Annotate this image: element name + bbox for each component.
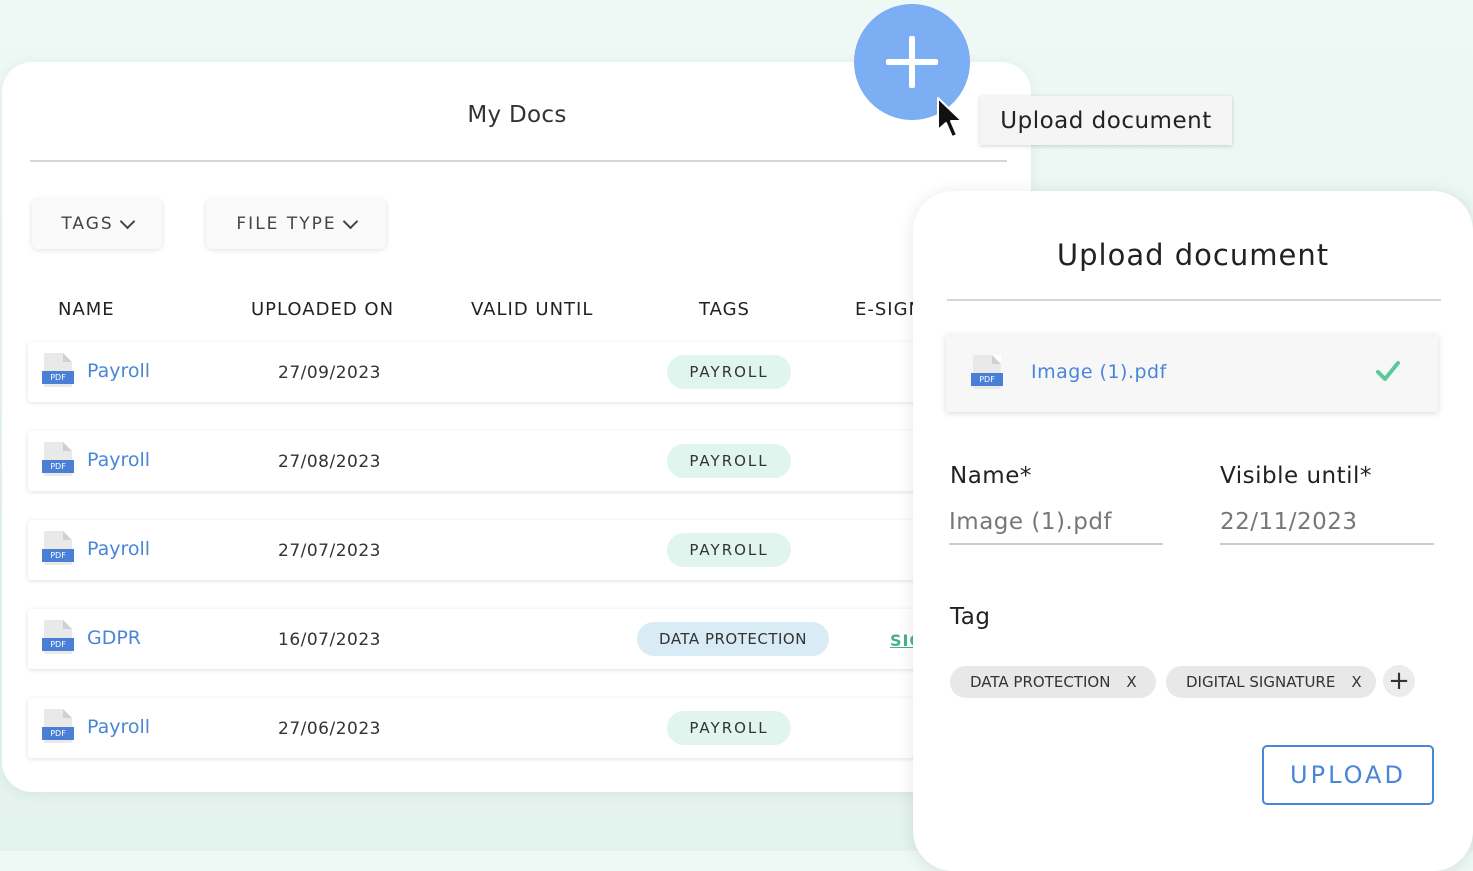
visible-until-field[interactable] xyxy=(1220,509,1434,545)
tag-chip: DATA PROTECTION X xyxy=(950,666,1156,698)
panel-divider xyxy=(947,299,1441,301)
table-row[interactable]: PDF Payroll 27/08/2023 PAYROLL xyxy=(28,431,1028,491)
upload-tooltip: Upload document xyxy=(980,96,1232,145)
remove-tag-icon[interactable]: X xyxy=(1351,673,1361,691)
tag-badge: PAYROLL xyxy=(667,533,791,567)
pdf-file-icon: PDF xyxy=(42,531,74,565)
file-type-filter-label: FILE TYPE xyxy=(236,214,337,234)
pdf-file-icon: PDF xyxy=(42,353,74,387)
visible-until-label: Visible until* xyxy=(1220,463,1372,489)
my-docs-card: My Docs TAGS FILE TYPE NAME UPLOADED ON … xyxy=(2,62,1031,792)
document-name-link[interactable]: Payroll xyxy=(87,716,150,738)
upload-button[interactable]: UPLOAD xyxy=(1262,745,1434,805)
tag-field-label: Tag xyxy=(950,604,991,630)
document-name-link[interactable]: Payroll xyxy=(87,449,150,471)
column-header-valid-until[interactable]: VALID UNTIL xyxy=(471,299,593,320)
file-type-filter-button[interactable]: FILE TYPE xyxy=(206,199,386,249)
pdf-file-icon: PDF xyxy=(971,355,1003,389)
checkmark-icon xyxy=(1376,361,1400,381)
table-row[interactable]: PDF Payroll 27/09/2023 PAYROLL xyxy=(28,342,1028,402)
add-tag-button[interactable]: + xyxy=(1383,665,1415,697)
chevron-down-icon xyxy=(342,213,358,230)
uploaded-date: 16/07/2023 xyxy=(278,630,381,650)
selected-file-card[interactable]: PDF Image (1).pdf xyxy=(946,335,1438,412)
uploaded-date: 27/09/2023 xyxy=(278,363,381,383)
panel-title: Upload document xyxy=(1056,238,1330,272)
uploaded-date: 27/08/2023 xyxy=(278,452,381,472)
tag-chip-label: DIGITAL SIGNATURE xyxy=(1186,673,1336,691)
upload-document-panel: Upload document PDF Image (1).pdf Name* … xyxy=(913,191,1473,871)
column-header-uploaded-on[interactable]: UPLOADED ON xyxy=(251,299,394,320)
mouse-cursor-icon xyxy=(937,97,963,138)
pdf-file-icon: PDF xyxy=(42,442,74,476)
title-divider xyxy=(30,160,1007,162)
tag-badge: DATA PROTECTION xyxy=(637,622,829,656)
tag-chip: DIGITAL SIGNATURE X xyxy=(1166,666,1376,698)
pdf-file-icon: PDF xyxy=(42,709,74,743)
document-name-link[interactable]: Payroll xyxy=(87,538,150,560)
tag-badge: PAYROLL xyxy=(667,711,791,745)
tag-badge: PAYROLL xyxy=(667,444,791,478)
name-field-label: Name* xyxy=(950,463,1032,489)
document-name-link[interactable]: Payroll xyxy=(87,360,150,382)
table-row[interactable]: PDF GDPR 16/07/2023 DATA PROTECTION SIGN xyxy=(28,609,1028,669)
pdf-file-icon: PDF xyxy=(42,620,74,654)
column-header-name[interactable]: NAME xyxy=(58,299,115,320)
uploaded-date: 27/06/2023 xyxy=(278,719,381,739)
remove-tag-icon[interactable]: X xyxy=(1126,673,1136,691)
selected-file-name: Image (1).pdf xyxy=(1031,361,1167,383)
name-field[interactable] xyxy=(949,509,1163,545)
tags-filter-button[interactable]: TAGS xyxy=(32,199,162,249)
chevron-down-icon xyxy=(119,213,135,230)
column-header-tags[interactable]: TAGS xyxy=(699,299,750,320)
tag-chip-label: DATA PROTECTION xyxy=(970,673,1111,691)
tag-badge: PAYROLL xyxy=(667,355,791,389)
document-name-link[interactable]: GDPR xyxy=(87,627,141,649)
uploaded-date: 27/07/2023 xyxy=(278,541,381,561)
table-row[interactable]: PDF Payroll 27/07/2023 PAYROLL xyxy=(28,520,1028,580)
table-row[interactable]: PDF Payroll 27/06/2023 PAYROLL xyxy=(28,698,1028,758)
tags-filter-label: TAGS xyxy=(61,214,114,234)
